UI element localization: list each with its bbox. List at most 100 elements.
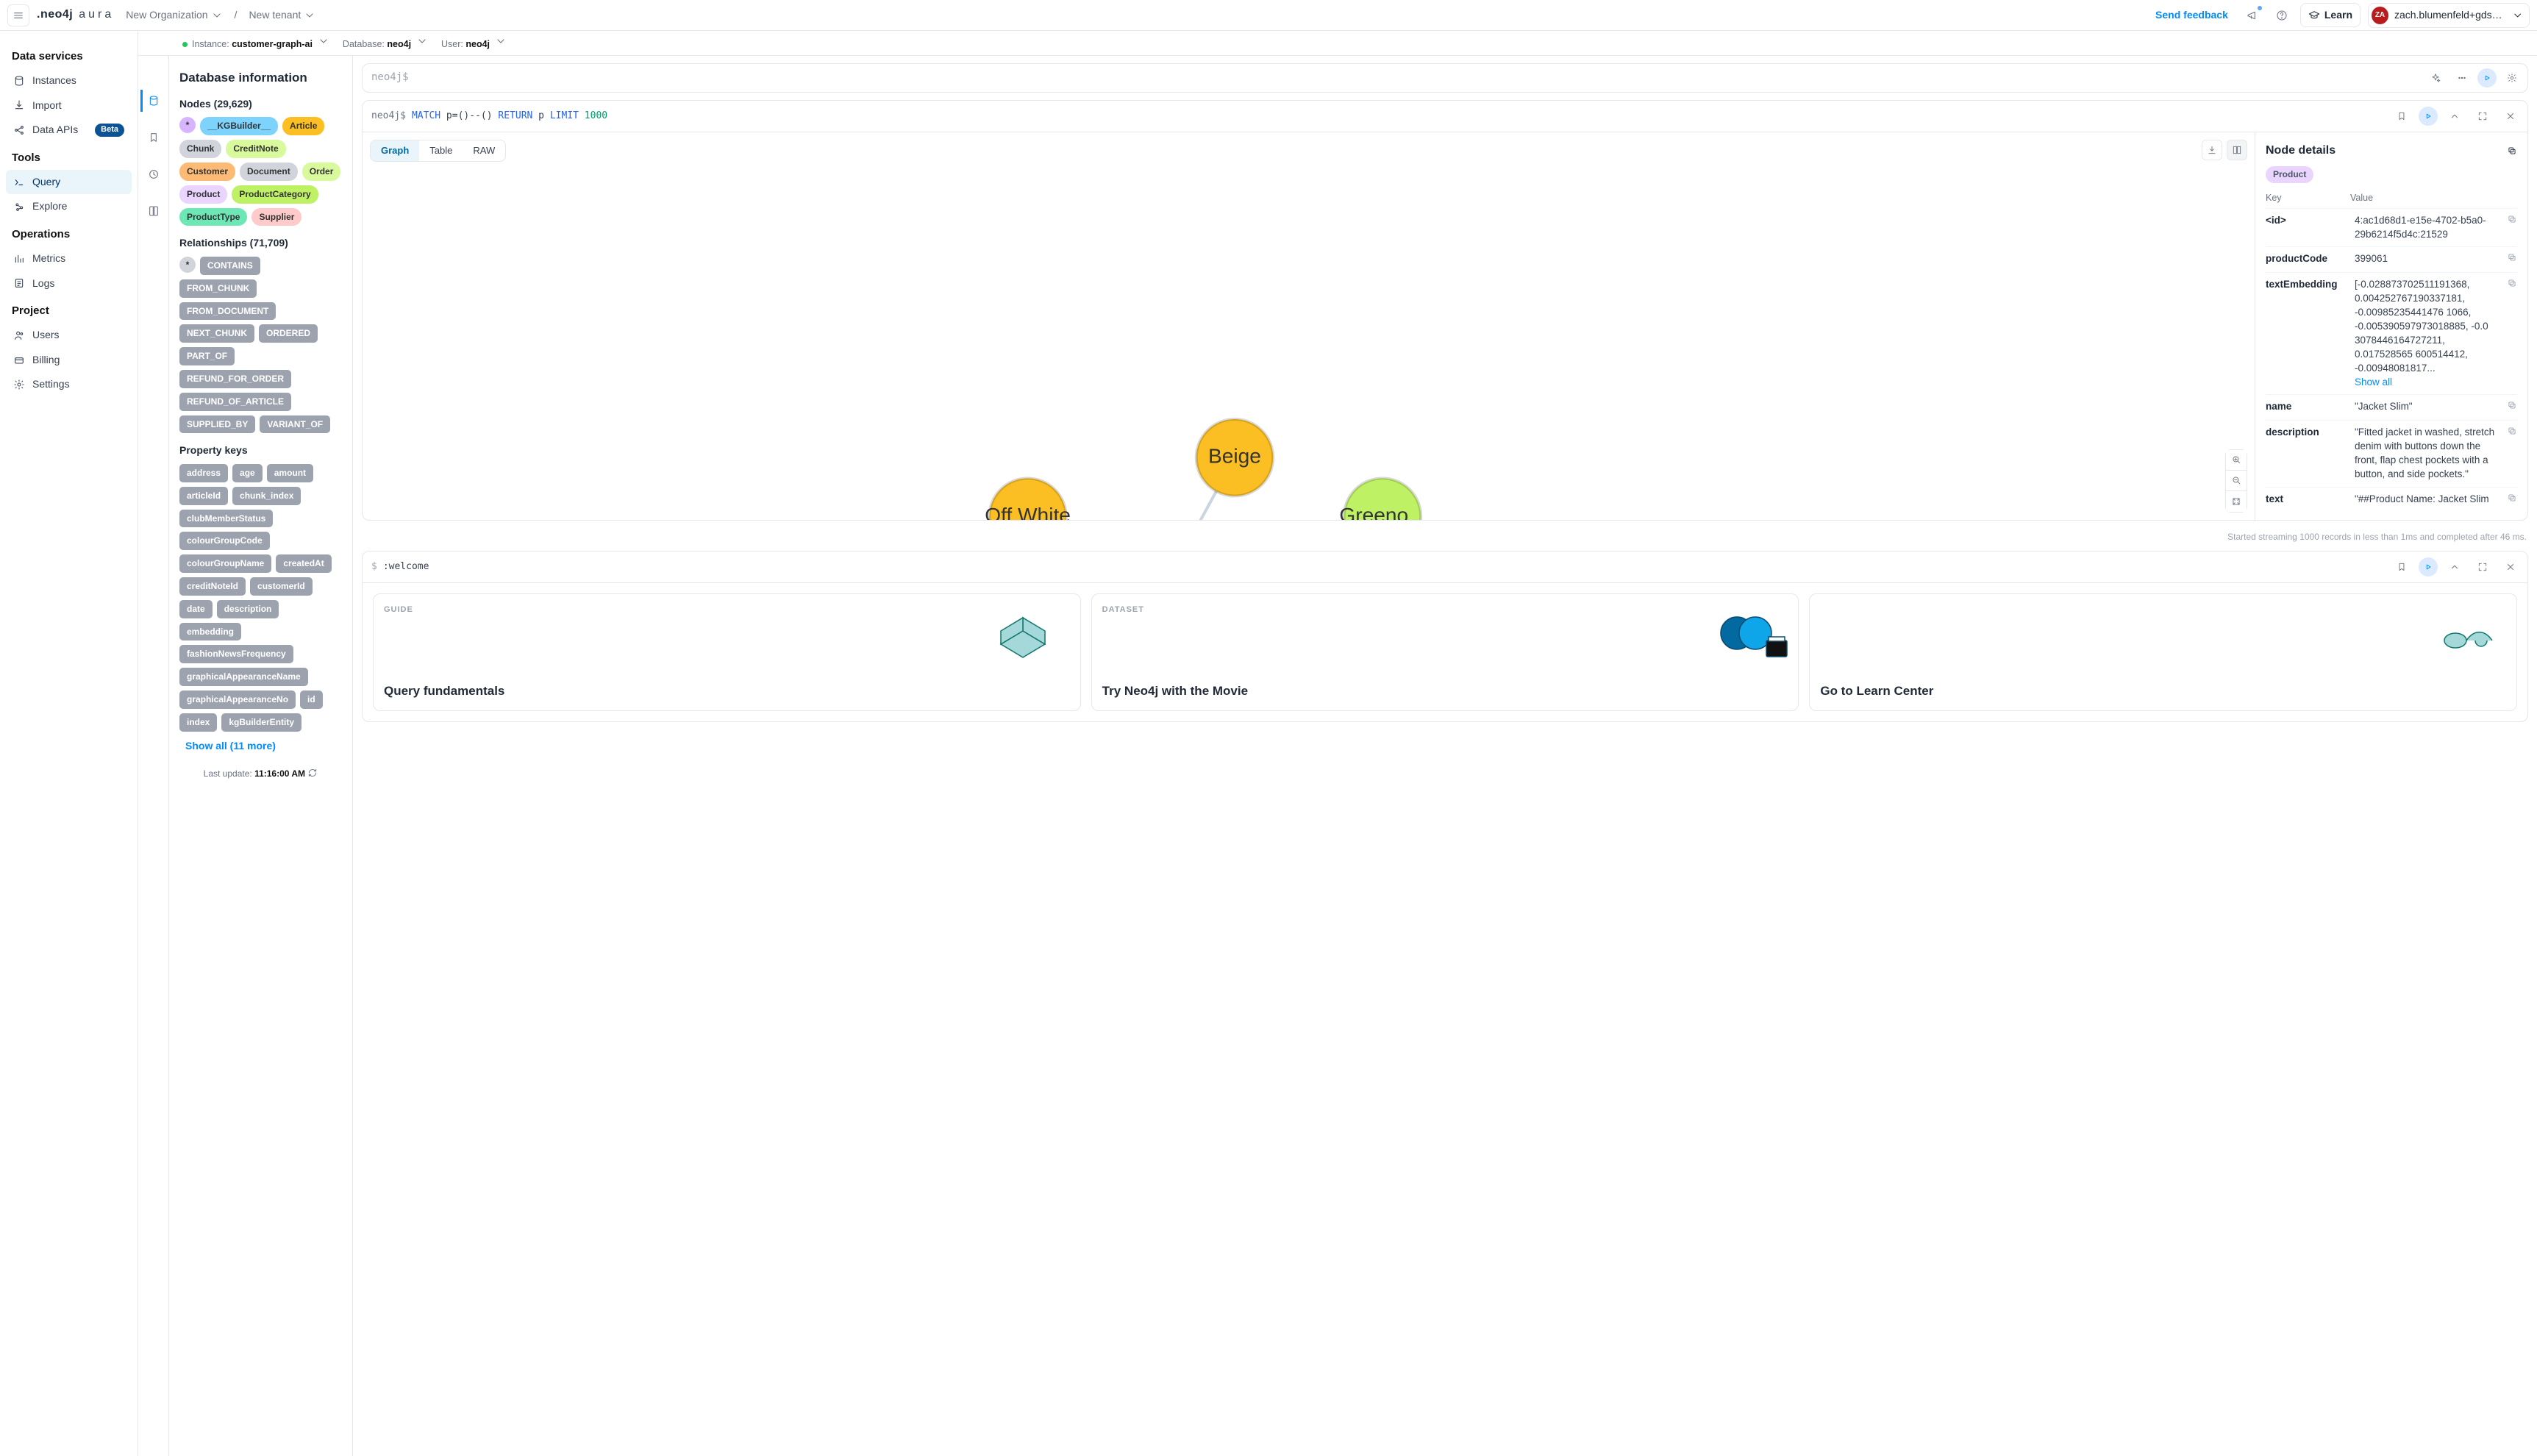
property-chip[interactable]: colourGroupName: [179, 554, 271, 573]
property-chip[interactable]: embedding: [179, 623, 241, 641]
graph-pane[interactable]: Graph Table RAW: [363, 132, 2255, 520]
node-label-chip[interactable]: Customer: [179, 163, 235, 181]
property-chip[interactable]: description: [217, 600, 279, 618]
query-editor[interactable]: neo4j$: [362, 63, 2528, 93]
show-all-link[interactable]: Show all: [2355, 376, 2502, 390]
property-chip[interactable]: chunk_index: [232, 487, 301, 505]
sidebar-item-dataapis[interactable]: Data APIs Beta: [6, 118, 132, 143]
rail-saved[interactable]: [143, 126, 165, 149]
relationship-chip[interactable]: FROM_CHUNK: [179, 279, 257, 298]
relationship-chip[interactable]: VARIANT_OF: [260, 415, 330, 434]
relationship-chip[interactable]: REFUND_FOR_ORDER: [179, 370, 291, 388]
tab-table[interactable]: Table: [419, 140, 463, 161]
org-select[interactable]: New Organization: [121, 5, 226, 26]
node-label-chip[interactable]: Product: [179, 185, 227, 204]
fullscreen-button[interactable]: [2472, 556, 2494, 578]
copy-icon[interactable]: [2507, 400, 2517, 415]
node-label-chip[interactable]: Order: [302, 163, 341, 181]
copy-icon[interactable]: [2507, 214, 2517, 229]
zoom-out-button[interactable]: [2226, 471, 2247, 491]
show-all-props[interactable]: Show all (11 more): [185, 739, 276, 754]
relationship-chip[interactable]: NEXT_CHUNK: [179, 324, 254, 343]
run-button[interactable]: [2477, 68, 2497, 88]
relationship-chip[interactable]: CONTAINS: [200, 257, 260, 275]
database-select[interactable]: Database: neo4j: [343, 35, 428, 51]
property-chip[interactable]: graphicalAppearanceNo: [179, 690, 296, 709]
relationship-chip[interactable]: PART_OF: [179, 347, 235, 365]
property-chip[interactable]: articleId: [179, 487, 228, 505]
relationship-chip[interactable]: *: [179, 257, 196, 273]
relationship-chip[interactable]: ORDERED: [259, 324, 318, 343]
property-chip[interactable]: kgBuilderEntity: [221, 713, 301, 732]
node-label-chip[interactable]: CreditNote: [226, 140, 285, 158]
save-query-button[interactable]: [2391, 105, 2413, 127]
node-label-chip[interactable]: Chunk: [179, 140, 221, 158]
relationship-chip[interactable]: SUPPLIED_BY: [179, 415, 255, 434]
graph-node[interactable]: Off White: [985, 478, 1071, 520]
property-chip[interactable]: colourGroupCode: [179, 532, 270, 550]
copy-icon[interactable]: [2507, 278, 2517, 293]
node-label-chip[interactable]: Product: [2266, 166, 2313, 183]
property-chip[interactable]: age: [232, 464, 263, 482]
node-label-chip[interactable]: ProductCategory: [232, 185, 318, 204]
property-chip[interactable]: createdAt: [276, 554, 331, 573]
collapse-button[interactable]: [2444, 105, 2466, 127]
more-button[interactable]: [2451, 67, 2473, 89]
editor-settings-button[interactable]: [2501, 67, 2523, 89]
copy-icon[interactable]: [2507, 426, 2517, 440]
copy-icon[interactable]: [2507, 493, 2517, 507]
close-button[interactable]: [2499, 556, 2522, 578]
sidebar-item-query[interactable]: Query: [6, 170, 132, 195]
rail-history[interactable]: [143, 163, 165, 185]
tab-graph[interactable]: Graph: [371, 140, 419, 161]
graph-node[interactable]: Beige: [1196, 419, 1274, 496]
node-label-chip[interactable]: *: [179, 117, 196, 133]
zoom-in-button[interactable]: [2226, 450, 2247, 471]
property-chip[interactable]: id: [300, 690, 323, 709]
send-feedback-link[interactable]: Send feedback: [2149, 4, 2234, 27]
rerun-button[interactable]: [2419, 557, 2438, 577]
property-chip[interactable]: graphicalAppearanceName: [179, 668, 308, 686]
user-select[interactable]: User: neo4j: [441, 35, 507, 51]
refresh-icon[interactable]: [307, 768, 318, 778]
save-query-button[interactable]: [2391, 556, 2413, 578]
sidebar-item-explore[interactable]: Explore: [6, 194, 132, 219]
download-button[interactable]: [2202, 140, 2222, 160]
property-chip[interactable]: index: [179, 713, 217, 732]
rail-guides[interactable]: [143, 200, 165, 222]
property-chip[interactable]: clubMemberStatus: [179, 510, 273, 528]
property-chip[interactable]: fashionNewsFrequency: [179, 645, 293, 663]
fit-button[interactable]: [2226, 491, 2247, 512]
property-chip[interactable]: amount: [267, 464, 313, 482]
graph-node[interactable]: Greeno...: [1339, 478, 1425, 520]
menu-toggle[interactable]: [7, 4, 29, 26]
sidebar-item-instances[interactable]: Instances: [6, 68, 132, 93]
welcome-tile[interactable]: Go to Learn Center: [1809, 593, 2517, 711]
sidebar-item-billing[interactable]: Billing: [6, 348, 132, 373]
relationship-chip[interactable]: REFUND_OF_ARTICLE: [179, 393, 291, 411]
collapse-button[interactable]: [2444, 556, 2466, 578]
learn-button[interactable]: Learn: [2300, 3, 2361, 28]
welcome-tile[interactable]: GUIDEQuery fundamentals: [373, 593, 1081, 711]
fullscreen-button[interactable]: [2472, 105, 2494, 127]
announcements-button[interactable]: [2241, 4, 2263, 26]
graph-canvas[interactable]: 1Jacket Slim2019-04-06T00:0...CN-8FF 6A5…: [363, 132, 2255, 521]
sidebar-item-logs[interactable]: Logs: [6, 271, 132, 296]
instance-select[interactable]: Instance: customer-graph-ai: [182, 35, 329, 51]
tab-raw[interactable]: RAW: [463, 140, 505, 161]
sidebar-item-users[interactable]: Users: [6, 323, 132, 348]
tenant-select[interactable]: New tenant: [244, 5, 320, 26]
sidebar-item-import[interactable]: Import: [6, 93, 132, 118]
property-chip[interactable]: customerId: [250, 577, 313, 596]
node-label-chip[interactable]: Article: [282, 117, 324, 135]
sidebar-item-metrics[interactable]: Metrics: [6, 246, 132, 271]
rail-dbinfo[interactable]: [140, 90, 163, 112]
copy-icon[interactable]: [2507, 252, 2517, 267]
node-label-chip[interactable]: __KGBuilder__: [200, 117, 278, 135]
node-label-chip[interactable]: ProductType: [179, 208, 247, 226]
close-button[interactable]: [2499, 105, 2522, 127]
property-chip[interactable]: creditNoteId: [179, 577, 246, 596]
sidebar-item-settings[interactable]: Settings: [6, 372, 132, 397]
rerun-button[interactable]: [2419, 107, 2438, 126]
node-label-chip[interactable]: Document: [240, 163, 298, 181]
